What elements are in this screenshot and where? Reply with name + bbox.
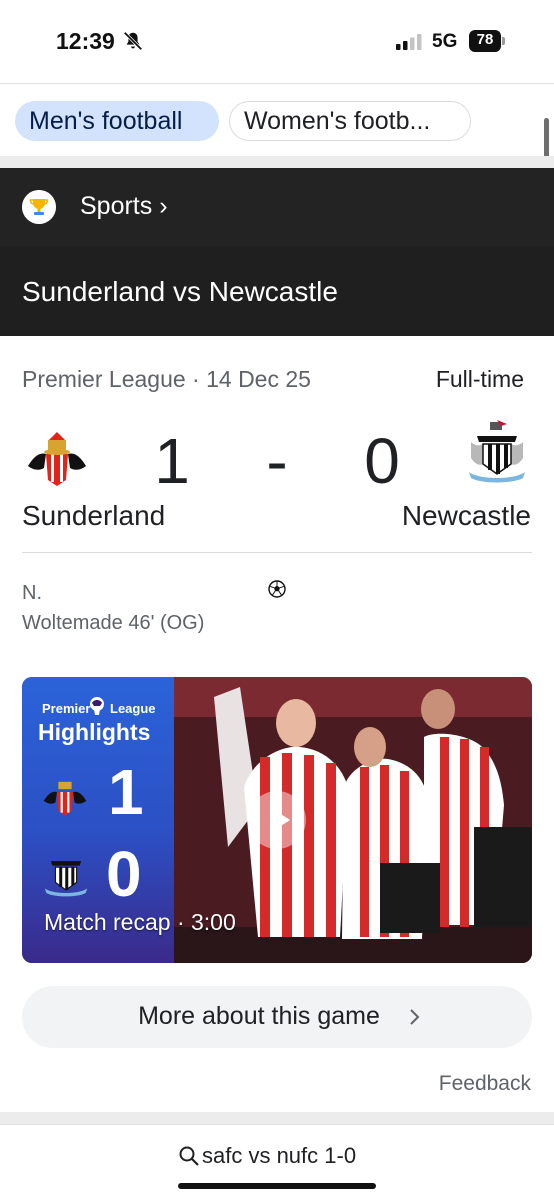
sunderland-crest-icon[interactable]	[24, 428, 90, 488]
network-type: 5G	[432, 31, 458, 52]
sunderland-crest-small-icon	[43, 781, 87, 816]
search-icon	[179, 1146, 199, 1166]
video-away-score: 0	[106, 838, 142, 910]
trophy-icon	[22, 190, 56, 224]
video-caption: Match recap · 3:00	[44, 909, 236, 935]
video-home-score: 1	[108, 756, 144, 828]
premier-league-lion-icon	[90, 697, 104, 715]
status-bar: 12:39 5G 78	[0, 0, 554, 84]
signal-icon	[396, 34, 422, 50]
league-date: Premier League · 14 Dec 25	[22, 366, 311, 392]
match-title-bar: Sunderland vs Newcastle	[0, 246, 554, 336]
separator-band-bottom	[0, 1112, 554, 1124]
away-team-name[interactable]: Newcastle	[402, 500, 531, 532]
match-title: Sunderland vs Newcastle	[22, 276, 338, 307]
league-label: League	[110, 701, 156, 716]
score-separator: -	[266, 425, 288, 497]
more-about-game-label: More about this game	[138, 1002, 380, 1030]
chip-mens-football[interactable]: Men's football	[15, 101, 219, 141]
highlights-video[interactable]: Premier League Highlights 1 0 Match reca…	[22, 677, 532, 963]
divider	[22, 552, 532, 553]
sports-link[interactable]: Sports ›	[80, 192, 168, 221]
home-team-name[interactable]: Sunderland	[22, 500, 165, 532]
newcastle-crest-icon[interactable]	[463, 420, 531, 486]
match-status: Full-time	[435, 366, 524, 392]
away-score: 0	[364, 425, 400, 497]
play-icon	[270, 807, 290, 833]
home-indicator[interactable]	[178, 1183, 376, 1189]
feedback-link[interactable]: Feedback	[439, 1072, 531, 1096]
home-score: 1	[154, 425, 190, 497]
search-query[interactable]: safc vs nufc 1-0	[202, 1143, 356, 1169]
battery-level: 78	[476, 31, 494, 48]
battery-icon: 78	[469, 30, 505, 52]
status-time: 12:39	[56, 28, 115, 54]
separator-band	[0, 156, 554, 168]
sports-header[interactable]: Sports ›	[0, 168, 554, 246]
filter-chips: Men's football Women's footb...	[0, 84, 554, 160]
goal-scorer-name: N.	[22, 582, 42, 604]
premier-label: Premier	[42, 701, 91, 716]
play-button[interactable]	[248, 791, 306, 849]
match-card: Premier League · 14 Dec 25 Full-time 1 -…	[0, 336, 554, 1116]
more-about-game-button[interactable]: More about this game	[22, 986, 532, 1048]
goal-scorer-detail: Woltemade 46' (OG)	[22, 612, 205, 634]
bottom-search-bar[interactable]: safc vs nufc 1-0	[0, 1124, 554, 1200]
newcastle-crest-small-icon	[44, 861, 88, 897]
bell-slash-icon	[123, 31, 143, 51]
chevron-right-icon	[410, 1009, 420, 1025]
football-icon	[268, 580, 286, 598]
highlights-label: Highlights	[38, 719, 151, 745]
chip-womens-football[interactable]: Women's footb...	[229, 101, 471, 141]
